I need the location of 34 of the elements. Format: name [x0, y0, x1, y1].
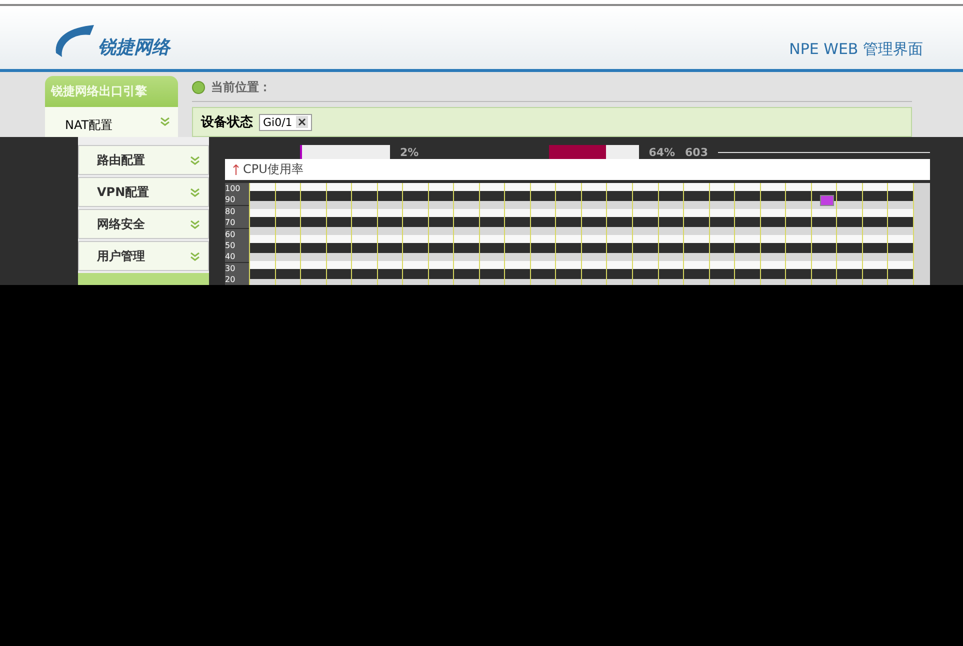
chevron-down-icon — [190, 252, 200, 260]
stat-value: 64% — [648, 146, 676, 158]
axis-label: 70 — [225, 217, 249, 228]
logo-text: 锐捷网络 — [98, 36, 170, 59]
menu-item[interactable]: 用户管理 — [78, 241, 209, 271]
chevron-down-icon — [160, 117, 170, 126]
axis-label: 20 — [225, 274, 249, 285]
axis-label: 30 — [225, 262, 249, 274]
menu-item[interactable]: VPN配置 — [78, 177, 209, 207]
circle-icon — [192, 81, 205, 94]
up-arrow-icon — [233, 164, 239, 175]
breadcrumb-label: 当前位置： — [211, 79, 271, 96]
interface-select[interactable]: Gi0/1 — [259, 114, 312, 130]
page-title: NPE WEB 管理界面 — [789, 40, 923, 59]
menu-item[interactable]: 网络安全 — [78, 209, 209, 239]
menu-item[interactable]: 路由配置 — [78, 145, 209, 175]
device-status-label: 设备状态 — [201, 114, 253, 131]
axis-label: 50 — [225, 240, 249, 251]
dropdown-icon — [296, 116, 308, 128]
sidebar-header: 锐捷网络出口引擎 — [45, 76, 178, 107]
axis-label: 80 — [225, 206, 249, 217]
chart-title: CPU使用率 — [243, 161, 304, 178]
stat-value: 2% — [400, 146, 419, 158]
legend-swatch-icon — [820, 195, 834, 206]
chevron-down-icon — [190, 156, 200, 164]
axis-label: 90 — [225, 194, 249, 206]
axis-label: 40 — [225, 251, 249, 262]
stat-value: 603 — [685, 146, 708, 158]
chevron-down-icon — [190, 220, 200, 228]
axis-label: 100 — [225, 183, 249, 194]
axis-label: 60 — [225, 228, 249, 240]
chevron-down-icon — [190, 188, 200, 196]
scrollbar[interactable] — [914, 183, 930, 285]
sidebar-item[interactable]: NAT配置 — [45, 107, 178, 137]
